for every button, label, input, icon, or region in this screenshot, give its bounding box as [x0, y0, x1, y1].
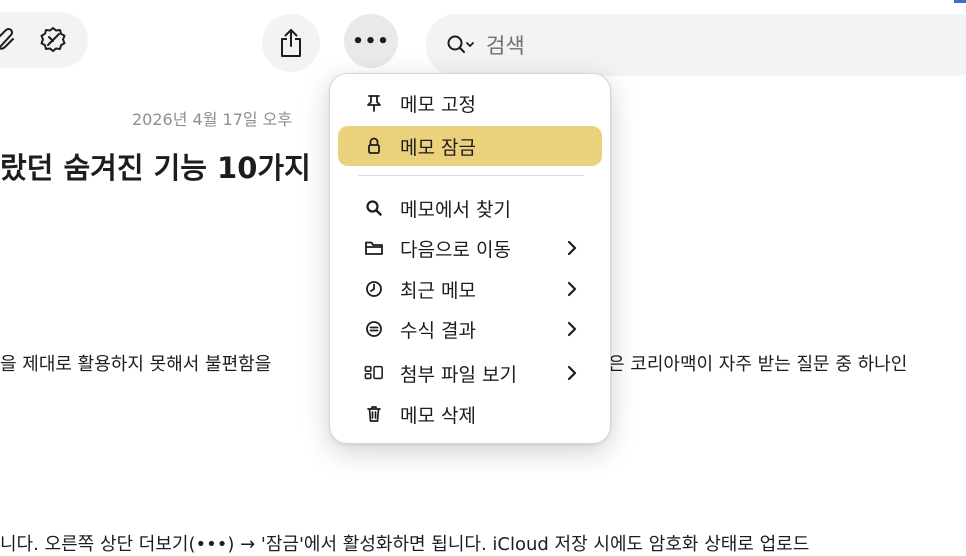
- menu-item-label: 메모 잠금: [400, 136, 476, 159]
- equals-circle-icon: [364, 310, 384, 348]
- search-placeholder: 검색: [486, 34, 525, 58]
- chevron-right-icon: [567, 310, 577, 348]
- chevron-right-icon: [567, 354, 577, 392]
- menu-item-find-in-note[interactable]: 메모에서 찾기: [338, 189, 602, 227]
- share-icon: [278, 27, 304, 59]
- chevron-right-icon: [567, 270, 577, 308]
- menu-item-label: 수식 결과: [400, 319, 476, 342]
- menu-item-math-results[interactable]: 수식 결과: [338, 310, 602, 348]
- menu-item-move-to[interactable]: 다음으로 이동: [338, 229, 602, 267]
- menu-item-lock-note[interactable]: 메모 잠금: [338, 126, 602, 166]
- clock-icon: [364, 270, 384, 308]
- search-field[interactable]: 검색: [426, 14, 966, 76]
- magnifier-icon: [364, 189, 384, 227]
- menu-item-label: 메모에서 찾기: [400, 198, 511, 221]
- note-body-line: 을 제대로 활용하지 못해서 불편함을: [0, 354, 272, 375]
- checklist-edit-icon[interactable]: [36, 24, 70, 56]
- share-button[interactable]: [262, 14, 320, 72]
- menu-separator: [358, 175, 584, 176]
- menu-item-pin-note[interactable]: 메모 고정: [338, 84, 602, 122]
- note-body-line: 은 코리아맥이 자주 받는 질문 중 하나인: [608, 354, 908, 375]
- note-date: 2026년 4월 17일 오후: [132, 110, 293, 129]
- attachments-grid-icon: [364, 354, 384, 392]
- menu-item-label: 다음으로 이동: [400, 238, 511, 261]
- menu-item-label: 메모 고정: [400, 93, 476, 116]
- menu-item-view-attachments[interactable]: 첨부 파일 보기: [338, 354, 602, 392]
- trash-icon: [364, 395, 384, 433]
- more-icon: •••: [352, 30, 390, 52]
- menu-item-recent-notes[interactable]: 최근 메모: [338, 270, 602, 308]
- chevron-right-icon: [567, 229, 577, 267]
- menu-item-label: 최근 메모: [400, 279, 476, 302]
- lock-icon: [364, 126, 384, 166]
- menu-item-label: 첨부 파일 보기: [400, 363, 517, 386]
- attachment-icon[interactable]: [0, 26, 20, 54]
- note-title: 랐던 숨겨진 기능 10가지: [0, 151, 311, 185]
- menu-item-delete-note[interactable]: 메모 삭제: [338, 395, 602, 433]
- more-options-menu: 메모 고정 메모 잠금 메모에서 찾기 다음으로 이동 최근 메모 수식 결과 …: [329, 73, 611, 444]
- folder-icon: [364, 229, 384, 267]
- window-accent: [954, 0, 966, 3]
- more-button[interactable]: •••: [344, 14, 398, 68]
- pin-icon: [364, 84, 384, 122]
- edit-tools-group: [0, 12, 88, 68]
- menu-item-label: 메모 삭제: [400, 404, 476, 427]
- note-body-line: 니다. 오른쪽 상단 더보기(•••) → '잠금'에서 활성화하면 됩니다. …: [0, 534, 810, 555]
- search-icon: [446, 34, 476, 56]
